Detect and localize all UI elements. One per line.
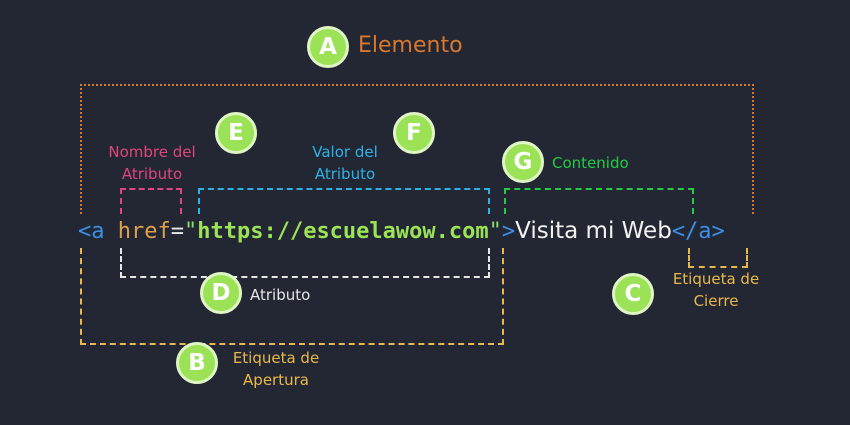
nombre-atributo-bracket	[120, 188, 182, 214]
quote-close: "	[488, 219, 502, 244]
label-contenido: Contenido	[552, 154, 629, 172]
label-cierre: Etiqueta de Cierre	[656, 268, 776, 312]
atributo-bracket	[120, 248, 490, 278]
label-nombre-atributo: Nombre del Atributo	[92, 141, 212, 185]
badge-e: E	[215, 112, 257, 154]
quote-open: "	[183, 219, 198, 244]
label-valor-line2: Atributo	[314, 165, 376, 183]
attribute-value: https://escuelawow.com	[197, 219, 489, 244]
label-valor-line1: Valor del	[312, 143, 378, 161]
label-cierre-line1: Etiqueta de	[672, 270, 760, 288]
label-nombre-line1: Nombre del	[108, 143, 196, 161]
equals-sign: =	[170, 219, 184, 244]
open-tag-bracket: <a	[78, 219, 118, 244]
label-apertura: Etiqueta de Apertura	[216, 347, 336, 391]
html-anatomy-diagram: <a href="https://escuelawow.com">Visita …	[0, 0, 850, 425]
label-apertura-line2: Apertura	[243, 371, 309, 389]
badge-c: C	[612, 273, 654, 315]
badge-a: A	[307, 26, 349, 68]
attribute-name: href	[117, 219, 171, 244]
open-tag-end: >	[501, 219, 516, 244]
label-elemento: Elemento	[358, 33, 463, 58]
element-content: Visita mi Web	[515, 218, 672, 244]
label-atributo: Atributo	[250, 286, 311, 304]
code-line: <a href="https://escuelawow.com">Visita …	[78, 213, 725, 249]
contenido-bracket	[504, 188, 694, 214]
label-valor-atributo: Valor del Atributo	[285, 141, 405, 185]
badge-d: D	[200, 272, 242, 314]
label-nombre-line2: Atributo	[121, 165, 183, 183]
badge-b: B	[176, 342, 218, 384]
label-cierre-line2: Cierre	[693, 292, 739, 310]
cierre-bracket	[688, 248, 748, 268]
badge-g: G	[502, 141, 544, 183]
valor-atributo-bracket	[198, 188, 490, 214]
closing-tag: </a>	[671, 219, 725, 244]
label-apertura-line1: Etiqueta de	[232, 349, 320, 367]
